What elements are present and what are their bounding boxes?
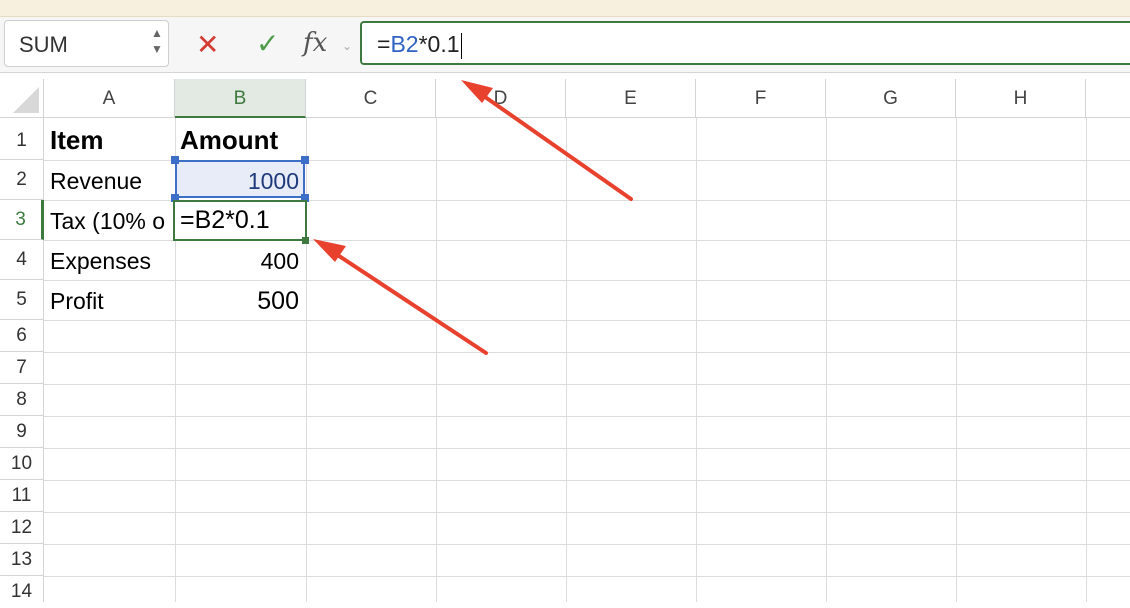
gridline (1086, 118, 1087, 602)
column-header-b[interactable]: B (175, 79, 306, 118)
cell-b2[interactable]: 1000 (180, 168, 299, 195)
column-header-h[interactable]: H (956, 79, 1086, 118)
gridline (44, 320, 1130, 321)
range-handle[interactable] (171, 156, 179, 164)
cell-b5[interactable]: 500 (180, 287, 299, 316)
cell-a1[interactable]: Item (50, 125, 172, 156)
gridline (44, 384, 1130, 385)
select-all-corner[interactable] (0, 79, 44, 118)
row-header-14[interactable]: 14 (0, 576, 44, 602)
cell-b3[interactable]: =B2*0.1 (180, 206, 302, 235)
confirm-icon[interactable]: ✓ (256, 30, 279, 58)
row-header-7[interactable]: 7 (0, 352, 44, 384)
cancel-icon[interactable]: ✕ (196, 31, 219, 59)
column-header-d[interactable]: D (436, 79, 566, 118)
formula-text: =B2*0.1 (377, 31, 463, 59)
gridline (44, 576, 1130, 577)
gridline (44, 480, 1130, 481)
gridline (44, 352, 1130, 353)
gridline (306, 118, 307, 602)
row-header-1[interactable]: 1 (0, 118, 44, 160)
row-header-4[interactable]: 4 (0, 240, 44, 280)
row-header-10[interactable]: 10 (0, 448, 44, 480)
row-header-2[interactable]: 2 (0, 160, 44, 200)
gridline (566, 118, 567, 602)
row-header-8[interactable]: 8 (0, 384, 44, 416)
cell-b1[interactable]: Amount (180, 125, 302, 156)
name-box-value: SUM (19, 32, 68, 57)
gridline (44, 448, 1130, 449)
row-header-3[interactable]: 3 (0, 200, 44, 240)
column-header-c[interactable]: C (306, 79, 436, 118)
cell-a4[interactable]: Expenses (50, 248, 172, 275)
insert-function-icon[interactable]: fx (303, 30, 327, 56)
row-header-11[interactable]: 11 (0, 480, 44, 512)
name-box-stepper-icon[interactable]: ▲ ▼ (150, 25, 164, 63)
row-header-12[interactable]: 12 (0, 512, 44, 544)
gridline (956, 118, 957, 602)
fill-handle[interactable] (302, 237, 309, 244)
formula-suffix: *0.1 (418, 31, 460, 57)
text-caret (460, 32, 463, 59)
cell-a2[interactable]: Revenue (50, 168, 172, 195)
row-header-13[interactable]: 13 (0, 544, 44, 576)
gridline (436, 118, 437, 602)
cell-b4[interactable]: 400 (180, 248, 299, 275)
range-handle[interactable] (301, 156, 309, 164)
formula-input[interactable]: =B2*0.1 (360, 21, 1130, 65)
row-header-9[interactable]: 9 (0, 416, 44, 448)
gridline (44, 544, 1130, 545)
formula-prefix: = (377, 31, 391, 57)
gridline (44, 280, 1130, 281)
column-header-f[interactable]: F (696, 79, 826, 118)
gridline (696, 118, 697, 602)
chevron-down-icon[interactable]: ⌄ (342, 39, 352, 53)
gridline (44, 512, 1130, 513)
formula-reference: B2 (390, 31, 419, 57)
column-header-overflow[interactable] (1086, 79, 1130, 118)
cell-a5[interactable]: Profit (50, 288, 172, 315)
cell-a3[interactable]: Tax (10% o (50, 208, 174, 235)
column-header-a[interactable]: A (44, 79, 175, 118)
name-box[interactable]: SUM ▲ ▼ (4, 20, 169, 67)
formula-bar: SUM ▲ ▼ ✕ ✓ fx ⌄ =B2*0.1 (0, 17, 1130, 73)
spreadsheet-grid: A B C D E F G H 1 2 3 4 5 6 7 8 9 10 11 … (0, 79, 1130, 602)
row-header-6[interactable]: 6 (0, 320, 44, 352)
gridline (826, 118, 827, 602)
column-header-e[interactable]: E (566, 79, 696, 118)
row-header-5[interactable]: 5 (0, 280, 44, 320)
gridline (44, 416, 1130, 417)
window-top-strip (0, 0, 1130, 17)
column-header-g[interactable]: G (826, 79, 956, 118)
